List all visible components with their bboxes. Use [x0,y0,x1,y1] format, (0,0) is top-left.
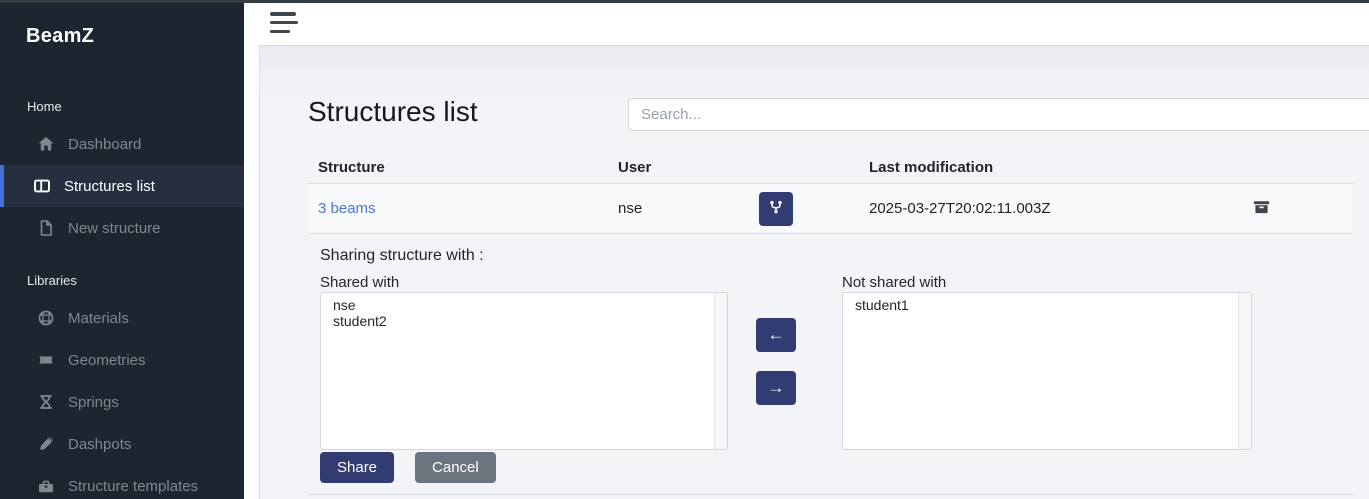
table-header-row: Structure User Last modification [308,151,1353,184]
scrollbar-track[interactable] [714,293,727,449]
structures-table: Structure User Last modification 3 beams… [308,151,1353,495]
move-to-shared-button[interactable]: ← [756,318,796,352]
sidebar-item-label: Dashboard [68,136,141,153]
sidebar-item-label: Dashpots [68,436,131,453]
columns-icon [33,177,51,195]
column-header-user: User [608,159,749,176]
main-area: Structures list Structure User Last modi… [244,0,1369,499]
move-to-not-shared-button[interactable]: → [756,371,796,405]
share-button[interactable]: Share [320,452,394,483]
shared-with-label: Shared with [320,275,728,290]
structure-cell: 3 beams [308,200,608,217]
actions-cell [1231,199,1353,218]
topbar [244,0,1369,45]
sidebar-section-home: Home [27,99,244,114]
delete-structure-button[interactable] [1241,199,1270,218]
table-row: 3 beams nse [308,184,1353,234]
share-cell [749,192,859,226]
sidebar-item-label: Springs [68,394,119,411]
sidebar-item-structure-templates[interactable]: Structure templates [0,465,244,499]
shared-with-column: Shared with nse student2 Share Cancel [320,275,728,483]
hourglass-icon [37,393,55,411]
archive-icon [1253,199,1270,218]
sidebar-nav-libraries: Materials Geometries Springs [0,297,244,499]
page-title: Structures list [308,97,478,127]
listbox-option[interactable]: student1 [855,298,1237,314]
sharing-title: Sharing structure with : [320,247,1341,265]
file-icon [37,219,55,237]
structure-link[interactable]: 3 beams [318,200,376,217]
share-structure-button[interactable] [759,192,793,226]
pen-icon [37,435,55,453]
hamburger-icon [270,12,296,16]
top-edge-bar [0,0,1369,3]
sidebar-item-new-structure[interactable]: New structure [0,207,244,249]
sidebar-item-label: Structure templates [68,478,198,495]
sharing-actions: Share Cancel [320,452,728,483]
toolbox-icon [37,477,55,495]
sidebar: BeamZ Home Dashboard Structures list New… [0,0,244,499]
listbox-option[interactable]: nse [333,298,713,314]
cancel-button[interactable]: Cancel [415,452,496,483]
arrow-right-icon: → [768,378,785,398]
listbox-option[interactable]: student2 [333,314,713,330]
column-header-last-modification: Last modification [859,159,1231,176]
branch-icon [768,199,784,218]
hamburger-menu-button[interactable] [270,12,298,33]
move-buttons-column: ← → [756,275,796,483]
shared-with-listbox[interactable]: nse student2 [320,292,728,450]
sidebar-item-dashboard[interactable]: Dashboard [0,123,244,165]
sphere-icon [37,309,55,327]
sidebar-item-dashpots[interactable]: Dashpots [0,423,244,465]
sidebar-item-materials[interactable]: Materials [0,297,244,339]
sharing-columns: Shared with nse student2 Share Cancel [320,275,1341,483]
sidebar-section-libraries: Libraries [27,273,244,288]
page-header: Structures list [260,46,1369,151]
last-modification-cell: 2025-03-27T20:02:11.003Z [859,200,1231,217]
sharing-panel: Sharing structure with : Shared with nse… [308,234,1353,494]
sidebar-item-label: Geometries [68,352,146,369]
arrow-left-icon: ← [768,325,785,345]
cylinder-icon [37,351,55,369]
sidebar-item-label: New structure [68,220,161,237]
scrollbar-track[interactable] [1238,293,1251,449]
content-panel: Structures list Structure User Last modi… [259,45,1369,499]
home-icon [37,135,55,153]
app-window: BeamZ Home Dashboard Structures list New… [0,0,1369,499]
sidebar-item-label: Structures list [64,178,155,195]
sidebar-nav-home: Dashboard Structures list New structure [0,123,244,249]
user-cell: nse [608,200,749,217]
sidebar-item-label: Materials [68,310,129,327]
search-input[interactable] [628,98,1369,131]
not-shared-with-label: Not shared with [842,275,1252,290]
brand-logo: BeamZ [26,25,244,48]
sidebar-item-springs[interactable]: Springs [0,381,244,423]
sidebar-item-geometries[interactable]: Geometries [0,339,244,381]
not-shared-with-listbox[interactable]: student1 [842,292,1252,450]
not-shared-with-column: Not shared with student1 [842,275,1252,483]
sidebar-item-structures-list[interactable]: Structures list [0,165,244,207]
column-header-structure: Structure [308,159,608,176]
